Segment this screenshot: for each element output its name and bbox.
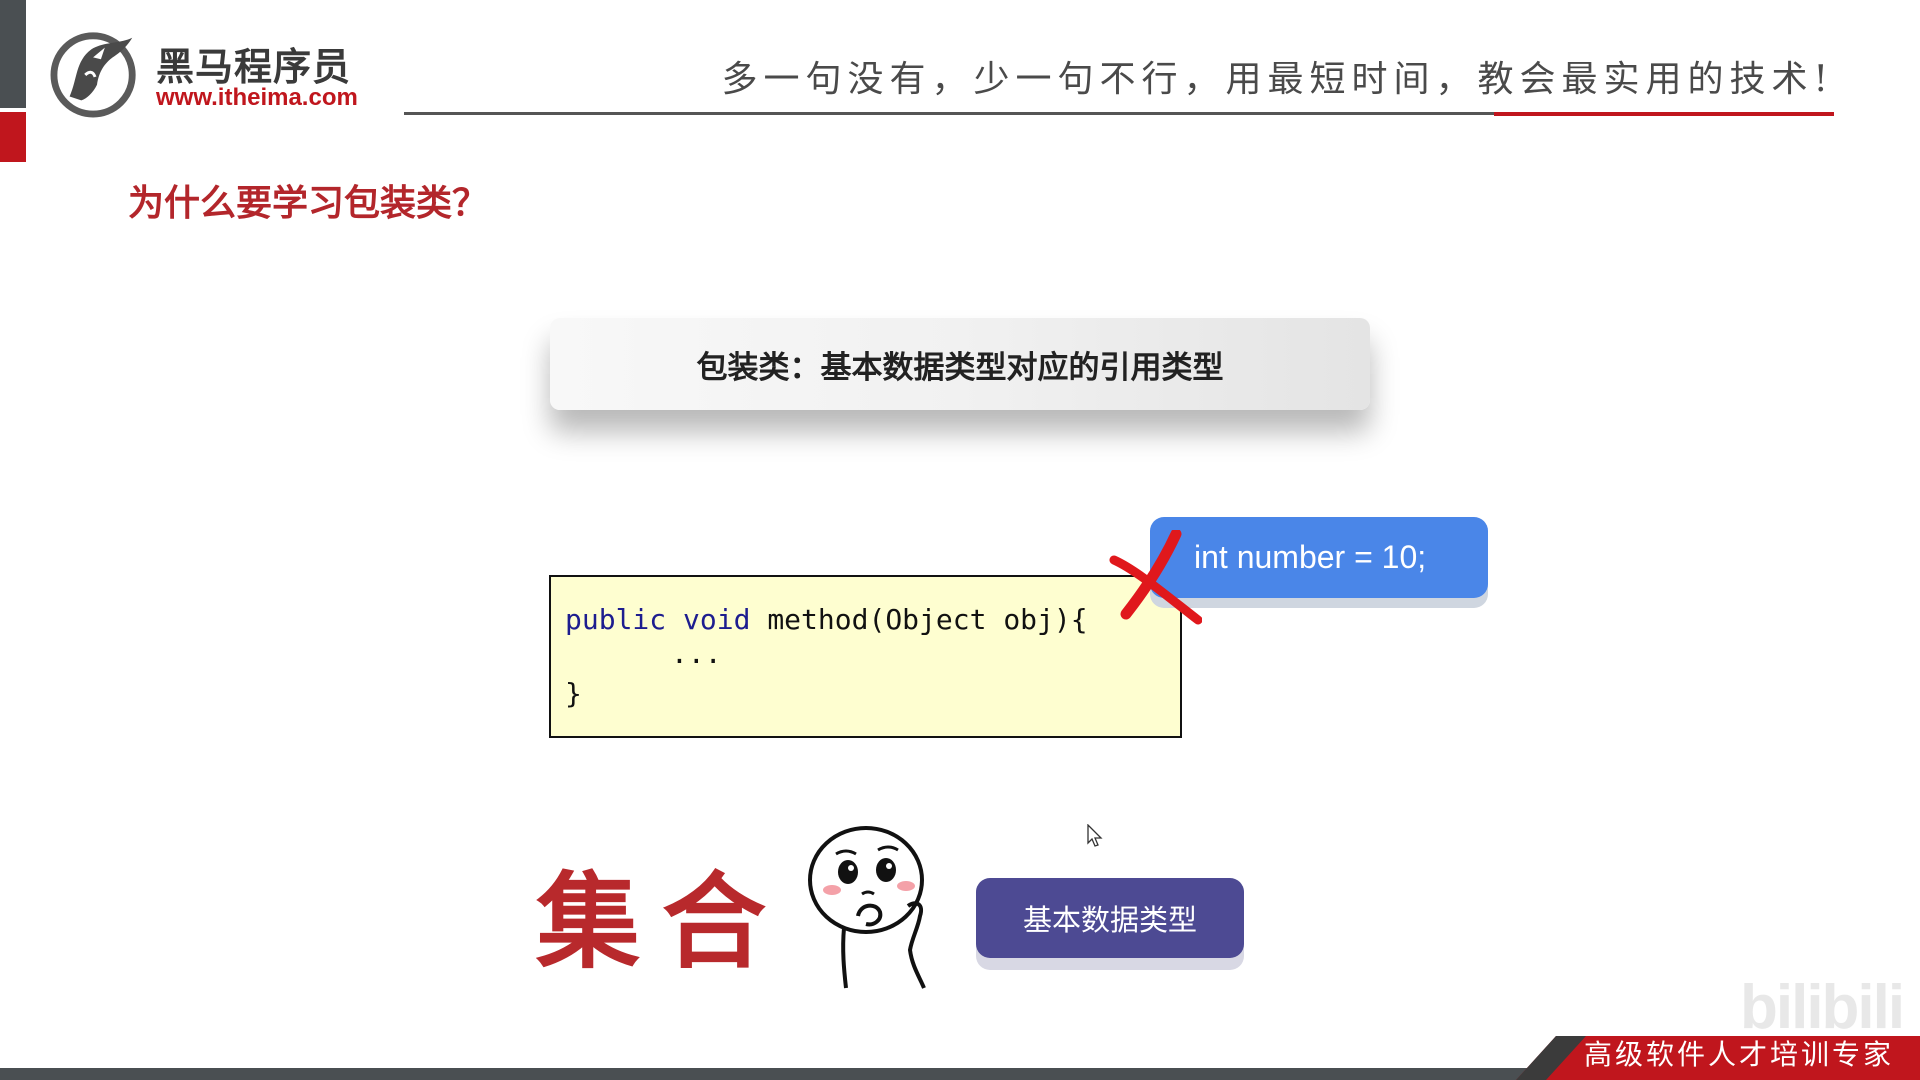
bubble-text: int number = 10; [1194, 539, 1427, 575]
section-title: 为什么要学习包装类？ [128, 183, 489, 224]
collection-text: 集合 [536, 861, 772, 978]
footer-tagline: 高级软件人才培训专家 [1584, 1038, 1895, 1071]
code-keyword-void: void [683, 603, 751, 636]
horse-head-logo-icon [50, 32, 136, 118]
mouse-pointer-icon [1087, 824, 1103, 847]
code-method-signature: method(Object obj){ [767, 603, 1088, 636]
definition-card: 包装类：基本数据类型对应的引用类型 [550, 318, 1370, 410]
logo-url: www.itheima.com [156, 84, 358, 111]
header-divider-accent [1494, 112, 1834, 116]
header-slogan: 多一句没有，少一句不行，用最短时间，教会最实用的技术! [721, 59, 1834, 100]
collection-text-art: 集合 [536, 861, 772, 978]
code-line-1: public void method(Object obj){ [565, 603, 1088, 636]
left-accent-bar-red [0, 112, 26, 162]
brand-logo: 黑马程序员 www.itheima.com [48, 24, 378, 120]
basic-data-type-button[interactable]: 基本数据类型 [976, 878, 1244, 958]
code-keyword-public: public [565, 603, 667, 636]
code-line-2: ... [671, 637, 722, 670]
code-block: public void method(Object obj){ ... } [549, 575, 1182, 738]
bilibili-watermark: bilibili [1740, 973, 1905, 1042]
thinking-face-icon [808, 826, 926, 989]
red-cross-icon [1109, 530, 1202, 625]
logo-title: 黑马程序员 [156, 45, 352, 89]
code-line-3: } [565, 677, 582, 710]
definition-text: 包装类：基本数据类型对应的引用类型 [696, 349, 1224, 386]
left-accent-bar-dark [0, 0, 26, 108]
